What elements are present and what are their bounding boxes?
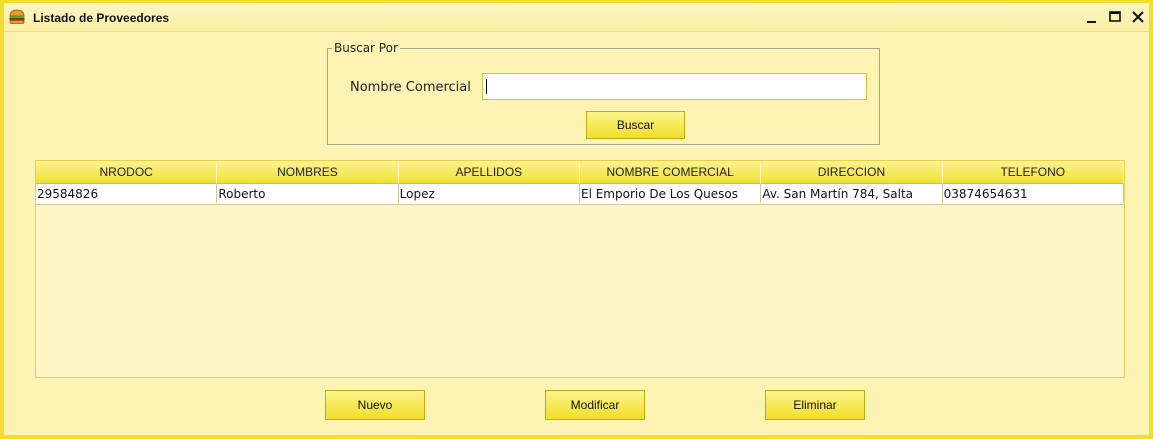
nuevo-button[interactable]: Nuevo	[325, 390, 425, 420]
title-bar[interactable]: Listado de Proveedores	[4, 3, 1149, 32]
search-group-label: Buscar Por	[332, 41, 400, 55]
cell-nombres[interactable]: Roberto	[217, 184, 399, 203]
column-header-telefono[interactable]: TELEFONO	[942, 161, 1124, 184]
suppliers-table: NRODOC NOMBRES APELLIDOS NOMBRE COMERCIA…	[35, 160, 1125, 378]
modificar-button[interactable]: Modificar	[545, 390, 645, 420]
minimize-icon[interactable]	[1082, 7, 1102, 27]
column-header-nombres[interactable]: NOMBRES	[217, 161, 399, 184]
cell-nombre-comercial[interactable]: El Emporio De Los Quesos	[580, 184, 762, 203]
nombre-comercial-input[interactable]	[482, 73, 867, 100]
close-icon[interactable]	[1128, 7, 1148, 27]
table-row[interactable]: 29584826 Roberto Lopez El Emporio De Los…	[36, 184, 1124, 205]
maximize-icon[interactable]	[1105, 7, 1125, 27]
table-header: NRODOC NOMBRES APELLIDOS NOMBRE COMERCIA…	[36, 161, 1124, 184]
column-header-nombre-comercial[interactable]: NOMBRE COMERCIAL	[579, 161, 762, 184]
hamburger-icon	[9, 9, 25, 24]
cell-telefono[interactable]: 03874654631	[943, 184, 1124, 203]
eliminar-button[interactable]: Eliminar	[765, 390, 865, 420]
cell-direccion[interactable]: Av. San Martín 784, Salta	[761, 184, 943, 203]
nombre-comercial-label: Nombre Comercial	[350, 80, 471, 95]
window: Listado de Proveedores Buscar Por Nombre…	[0, 0, 1153, 439]
cell-apellidos[interactable]: Lopez	[399, 184, 580, 203]
column-header-apellidos[interactable]: APELLIDOS	[398, 161, 580, 184]
buscar-button[interactable]: Buscar	[586, 111, 685, 139]
window-title: Listado de Proveedores	[33, 11, 170, 25]
text-cursor	[486, 79, 487, 94]
column-header-nrodoc[interactable]: NRODOC	[36, 161, 218, 184]
cell-nrodoc[interactable]: 29584826	[36, 184, 218, 203]
column-header-direccion[interactable]: DIRECCION	[761, 161, 943, 184]
